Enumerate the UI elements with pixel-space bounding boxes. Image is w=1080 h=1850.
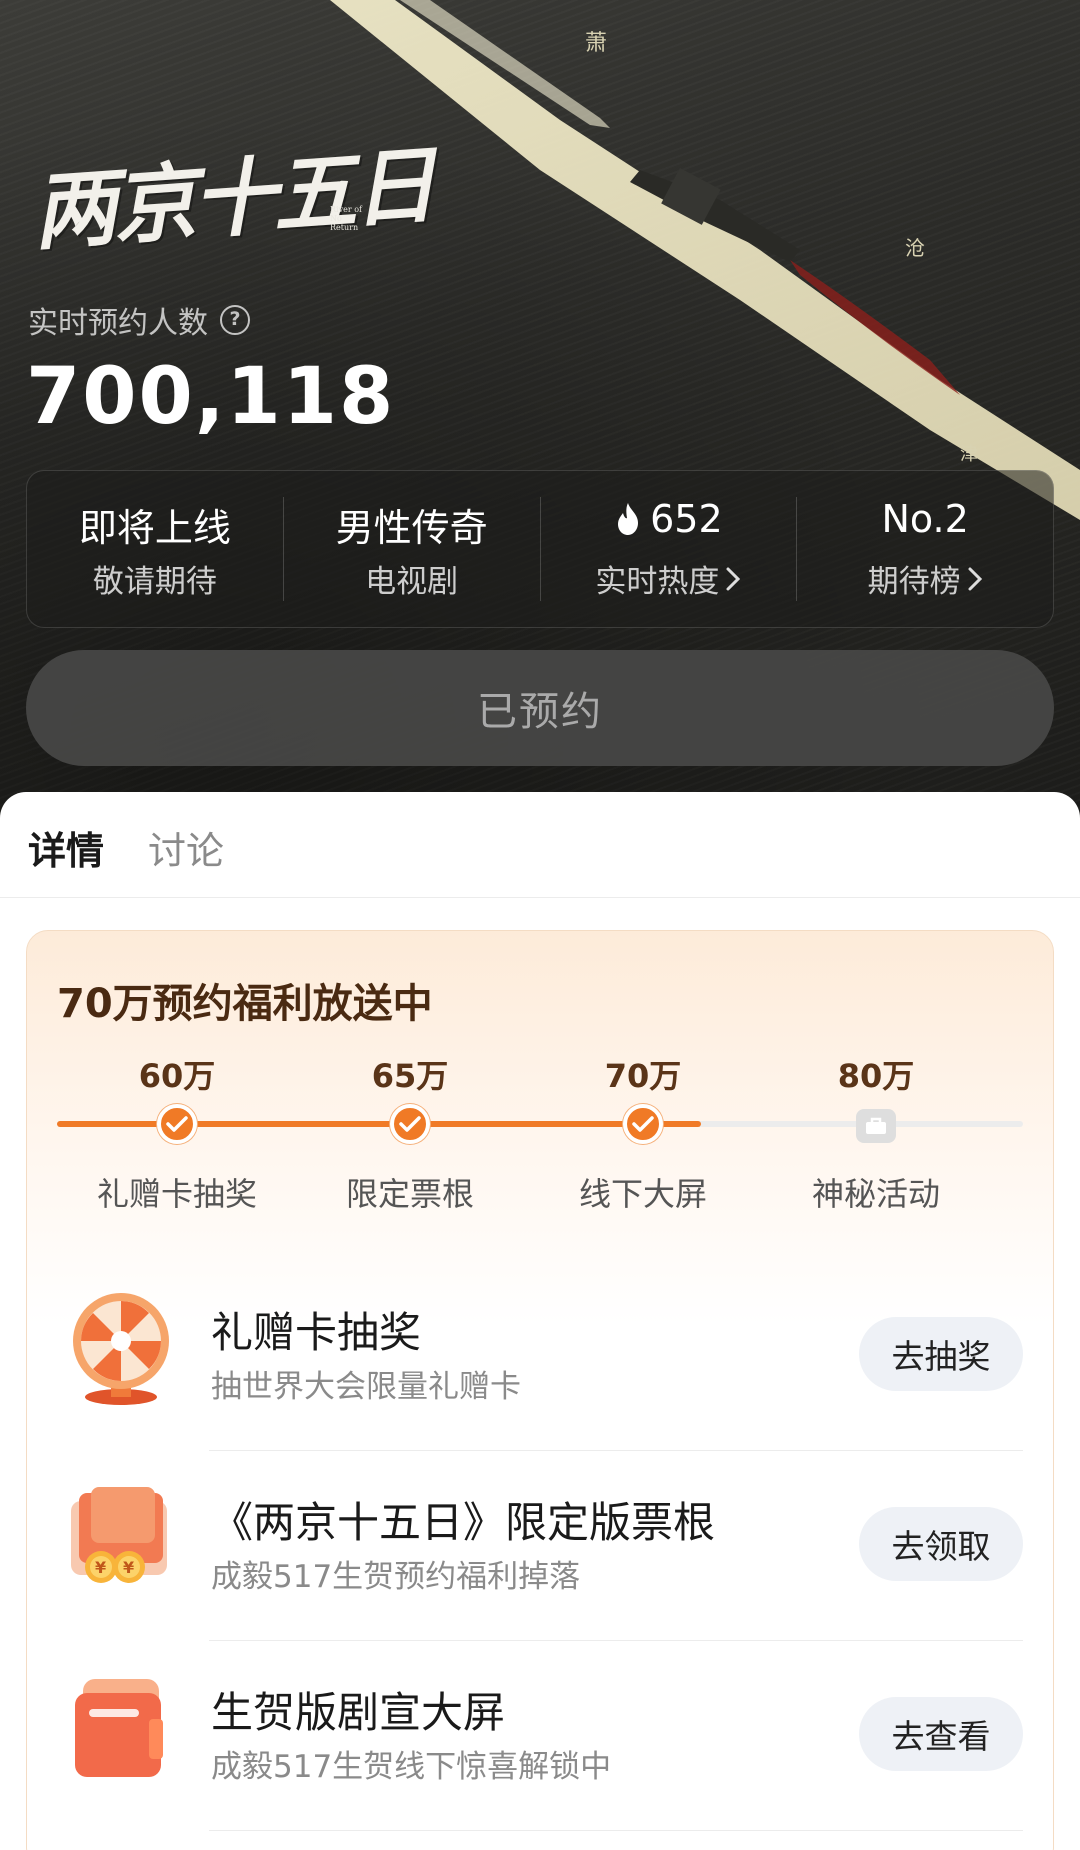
reward-subtitle: 成毅517生贺预约福利掉落 <box>211 1559 581 1595</box>
svg-text:¥: ¥ <box>95 1558 106 1577</box>
stat-heat-bottom: 实时热度 <box>595 556 741 601</box>
stat-anticipation-rank[interactable]: No.2 期待榜 <box>797 497 1053 601</box>
billboard-card-icon <box>61 1669 181 1789</box>
reservation-count-value: 700,118 <box>26 352 396 442</box>
check-icon <box>157 1104 197 1144</box>
svg-text:¥: ¥ <box>123 1558 134 1577</box>
help-icon[interactable]: ? <box>220 305 250 335</box>
milestone-amount: 60万 <box>138 1057 216 1095</box>
milestone-amount: 65万 <box>371 1057 449 1095</box>
stats-panel: 即将上线 敬请期待 男性传奇 电视剧 652 实时热度 No.2 期待榜 <box>26 470 1054 628</box>
reward-item-billboard[interactable]: 生贺版剧宣大屏 成毅517生贺线下惊喜解锁中 去查看 <box>27 1641 1055 1831</box>
reward-divider <box>209 1830 1023 1831</box>
reward-item-lottery[interactable]: 礼赠卡抽奖 抽世界大会限量礼赠卡 去抽奖 <box>27 1261 1055 1451</box>
stat-release-status: 即将上线 敬请期待 <box>27 497 284 601</box>
reward-title: 《两京十五日》限定版票根 <box>211 1498 716 1547</box>
reward-title: 生贺版剧宣大屏 <box>211 1688 506 1737</box>
stat-bottom-text: 电视剧 <box>365 564 459 600</box>
benefits-title: 70万预约福利放送中 <box>57 981 433 1027</box>
check-icon <box>623 1104 663 1144</box>
lock-gift-icon <box>856 1109 896 1143</box>
hero-poster: 萧 沧 津 两京十五日 River of No Return 实时预约人数 ? … <box>0 0 1080 820</box>
milestone-label: 限定票根 <box>345 1175 474 1213</box>
stat-realtime-heat[interactable]: 652 实时热度 <box>541 497 798 601</box>
stat-genre: 男性传奇 电视剧 <box>284 497 541 601</box>
stat-rank-bottom: 期待榜 <box>868 556 983 601</box>
milestone-amount: 80万 <box>837 1057 915 1095</box>
milestone-amount: 70万 <box>604 1057 682 1095</box>
reward-subtitle: 成毅517生贺线下惊喜解锁中 <box>211 1749 612 1785</box>
tab-details[interactable]: 详情 <box>28 820 104 875</box>
stat-heat-value: 652 <box>650 497 723 541</box>
stat-rank-value: No.2 <box>881 497 969 541</box>
check-icon <box>390 1104 430 1144</box>
prize-wheel-icon <box>61 1289 181 1409</box>
stat-bottom-text: 敬请期待 <box>92 564 217 600</box>
flame-icon <box>614 502 642 536</box>
reward-subtitle: 抽世界大会限量礼赠卡 <box>211 1369 521 1405</box>
benefits-card: 70万预约福利放送中 60万 礼赠卡抽奖 65万 限定票根 70万 线下大屏 8… <box>26 930 1054 1850</box>
svg-text:萧: 萧 <box>585 31 607 56</box>
stat-heat-label: 实时热度 <box>595 564 720 600</box>
svg-text:津: 津 <box>960 444 978 465</box>
content-sheet: 详情 讨论 70万预约福利放送中 60万 礼赠卡抽奖 65万 限定票根 70万 <box>0 792 1080 1850</box>
go-claim-button[interactable]: 去领取 <box>859 1507 1023 1581</box>
ticket-coupon-icon: ¥ ¥ <box>61 1479 181 1599</box>
show-logo-subtitle: River of No Return <box>330 205 362 232</box>
reserved-button[interactable]: 已预约 <box>26 650 1054 766</box>
progress-track-fill <box>57 1121 702 1127</box>
svg-text:沧: 沧 <box>905 236 925 260</box>
go-lottery-button[interactable]: 去抽奖 <box>859 1317 1023 1391</box>
reward-item-ticket[interactable]: ¥ ¥ 《两京十五日》限定版票根 成毅517生贺预约福利掉落 去领取 <box>27 1451 1055 1641</box>
tab-divider <box>0 897 1080 898</box>
reservation-count-label: 实时预约人数 ? <box>28 298 250 342</box>
stat-rank-label: 期待榜 <box>867 564 961 600</box>
milestone-label: 神秘活动 <box>811 1175 940 1213</box>
tab-discussion[interactable]: 讨论 <box>148 820 224 875</box>
go-view-button[interactable]: 去查看 <box>859 1697 1023 1771</box>
reservation-label-text: 实时预约人数 <box>28 306 208 341</box>
chevron-right-icon <box>967 566 983 592</box>
milestone-label: 线下大屏 <box>578 1175 707 1213</box>
reward-title: 礼赠卡抽奖 <box>211 1308 422 1357</box>
stat-heat-top: 652 <box>614 497 723 541</box>
stat-top-text: 男性传奇 <box>335 506 488 550</box>
stat-top-text: 即将上线 <box>78 506 231 550</box>
tab-bar: 详情 讨论 <box>28 820 224 875</box>
chevron-right-icon <box>725 566 741 592</box>
milestone-label: 礼赠卡抽奖 <box>96 1175 257 1213</box>
